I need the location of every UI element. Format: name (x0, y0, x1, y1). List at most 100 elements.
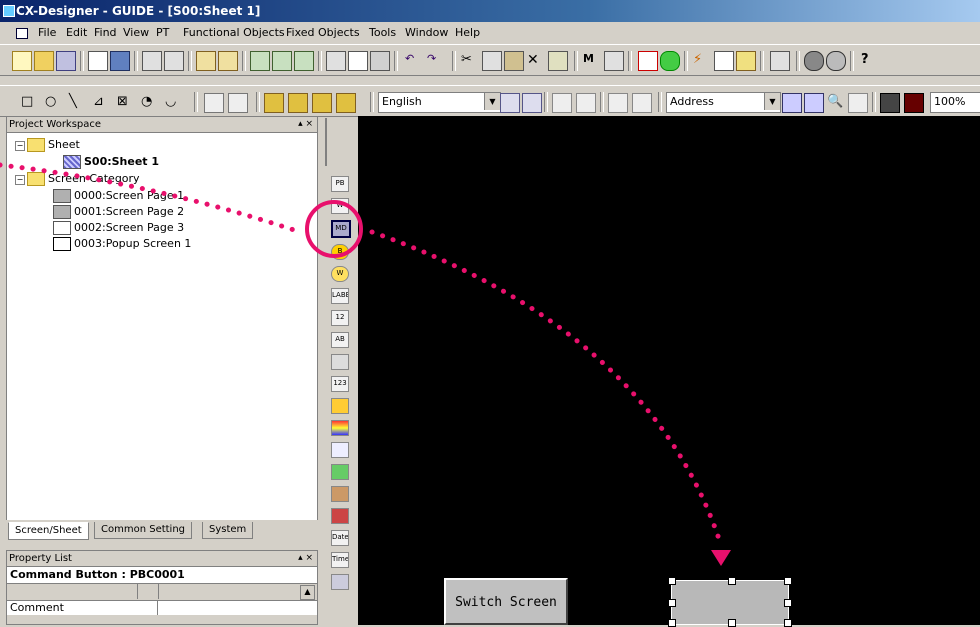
tree-page-item[interactable]: 0000:Screen Page 1 (53, 188, 184, 204)
thumbwheel-icon[interactable]: 123 (331, 376, 349, 392)
collapse-icon[interactable]: − (15, 141, 25, 151)
bring-front-icon[interactable] (264, 93, 284, 113)
help-search-icon[interactable] (826, 51, 846, 71)
zoom-icon[interactable]: 🔍 (826, 93, 846, 113)
paste-icon[interactable] (504, 51, 524, 71)
check-icon[interactable] (638, 51, 658, 71)
property-row[interactable]: Comment (7, 601, 317, 615)
switch-screen-button[interactable]: Switch Screen (444, 578, 568, 625)
bring-forward-icon[interactable] (312, 93, 332, 113)
sector-icon[interactable]: ◔ (140, 93, 160, 113)
new-command-button[interactable] (668, 577, 792, 627)
new-screen-icon[interactable] (88, 51, 108, 71)
circle-icon[interactable]: ○ (44, 93, 64, 113)
properties-icon[interactable] (770, 51, 790, 71)
send-back-icon[interactable] (288, 93, 308, 113)
find-icon[interactable]: M (582, 51, 602, 71)
delete-icon[interactable]: ✕ (526, 51, 546, 71)
string-display-icon[interactable]: AB (331, 332, 349, 348)
frame-icon[interactable] (714, 51, 734, 71)
menu-window[interactable]: Window (405, 22, 448, 44)
label-icon[interactable]: LABEL (331, 288, 349, 304)
menu-help[interactable]: Help (455, 22, 480, 44)
close-icon[interactable]: ▴ × (298, 551, 313, 566)
command-button-icon[interactable]: MD (331, 220, 351, 238)
tree-page-item[interactable]: 0003:Popup Screen 1 (53, 236, 191, 252)
folder-view-icon[interactable] (736, 51, 756, 71)
frame-prev-icon[interactable] (608, 93, 628, 113)
list-selection-icon[interactable] (331, 354, 349, 370)
polygon-icon[interactable]: ⊠ (116, 93, 136, 113)
page-next-icon[interactable] (576, 93, 596, 113)
new-project-icon[interactable] (12, 51, 32, 71)
print-preview-icon[interactable] (348, 51, 368, 71)
menu-edit[interactable]: Edit (66, 22, 87, 44)
transfer-icon[interactable] (164, 51, 184, 71)
level-meter-icon[interactable] (331, 420, 349, 436)
word-lamp-icon[interactable]: W (331, 266, 349, 282)
csv-export-icon[interactable] (218, 51, 238, 71)
select-icon[interactable] (548, 51, 568, 71)
open-icon[interactable] (34, 51, 54, 71)
redo-icon[interactable]: ↷ (426, 51, 446, 71)
resize-handle[interactable] (784, 599, 792, 607)
menu-fixed-objects[interactable]: Fixed Objects (286, 22, 360, 44)
collapse-icon[interactable]: − (15, 175, 25, 185)
resize-handle[interactable] (784, 619, 792, 627)
tree-sheet-folder[interactable]: Sheet (27, 137, 80, 153)
resize-handle[interactable] (668, 619, 676, 627)
resize-handle[interactable] (728, 577, 736, 585)
zoom-select[interactable]: 100% (930, 92, 980, 113)
rectangle-icon[interactable]: □ (20, 93, 40, 113)
bit-lamp-icon[interactable]: B (331, 244, 349, 260)
language-select[interactable]: English ▼ (378, 92, 501, 113)
show-address-icon[interactable] (782, 93, 802, 113)
screen-canvas[interactable] (358, 116, 980, 625)
build-icon[interactable] (250, 51, 270, 71)
alarm-icon[interactable] (331, 508, 349, 524)
resize-handle[interactable] (728, 619, 736, 627)
menu-find[interactable]: Find (94, 22, 117, 44)
tab-system[interactable]: System (202, 522, 254, 539)
show-id-icon[interactable] (804, 93, 824, 113)
page-prev-icon[interactable] (552, 93, 572, 113)
menu-view[interactable]: View (123, 22, 149, 44)
menu-file[interactable]: File (38, 22, 56, 44)
display-mode-alt-icon[interactable] (904, 93, 924, 113)
copy-screen-icon[interactable] (326, 51, 346, 71)
line-icon[interactable]: ╲ (68, 93, 88, 113)
print-icon[interactable] (370, 51, 390, 71)
tree-screen-category[interactable]: Screen Category (27, 171, 140, 187)
copy-icon[interactable] (482, 51, 502, 71)
frame-next-icon[interactable] (632, 93, 652, 113)
help-topic-icon[interactable] (804, 51, 824, 71)
help-icon[interactable]: ? (860, 51, 880, 71)
undo-icon[interactable]: ↶ (404, 51, 424, 71)
animation-icon[interactable] (331, 486, 349, 502)
simulation-icon[interactable] (294, 51, 314, 71)
menu-tools[interactable]: Tools (369, 22, 396, 44)
database-icon[interactable] (660, 51, 680, 71)
test-icon[interactable] (272, 51, 292, 71)
tree-sheet-item[interactable]: S00:Sheet 1 (63, 154, 159, 170)
data-log-icon[interactable] (331, 574, 349, 590)
wand-icon[interactable]: ⚡ (692, 51, 712, 71)
push-button-icon[interactable]: PB (331, 176, 349, 192)
tab-screen-sheet[interactable]: Screen/Sheet (8, 522, 89, 540)
display-mode-icon[interactable] (880, 93, 900, 113)
label-next-icon[interactable] (522, 93, 542, 113)
broken-line-graph-icon[interactable] (331, 442, 349, 458)
csv-import-icon[interactable] (196, 51, 216, 71)
tab-common-setting[interactable]: Common Setting (94, 522, 193, 539)
polyline-icon[interactable]: ⊿ (92, 93, 112, 113)
bitmap-icon[interactable] (331, 464, 349, 480)
address-mode-select[interactable]: Address ▼ (666, 92, 781, 113)
frame-display-icon[interactable] (848, 93, 868, 113)
replace-icon[interactable] (604, 51, 624, 71)
tree-page-item[interactable]: 0001:Screen Page 2 (53, 204, 184, 220)
word-button-icon[interactable]: W (331, 198, 349, 214)
numeral-display-icon[interactable]: 12 (331, 310, 349, 326)
label-prev-icon[interactable] (500, 93, 520, 113)
save-icon[interactable] (110, 51, 130, 71)
tree-page-item[interactable]: 0002:Screen Page 3 (53, 220, 184, 236)
